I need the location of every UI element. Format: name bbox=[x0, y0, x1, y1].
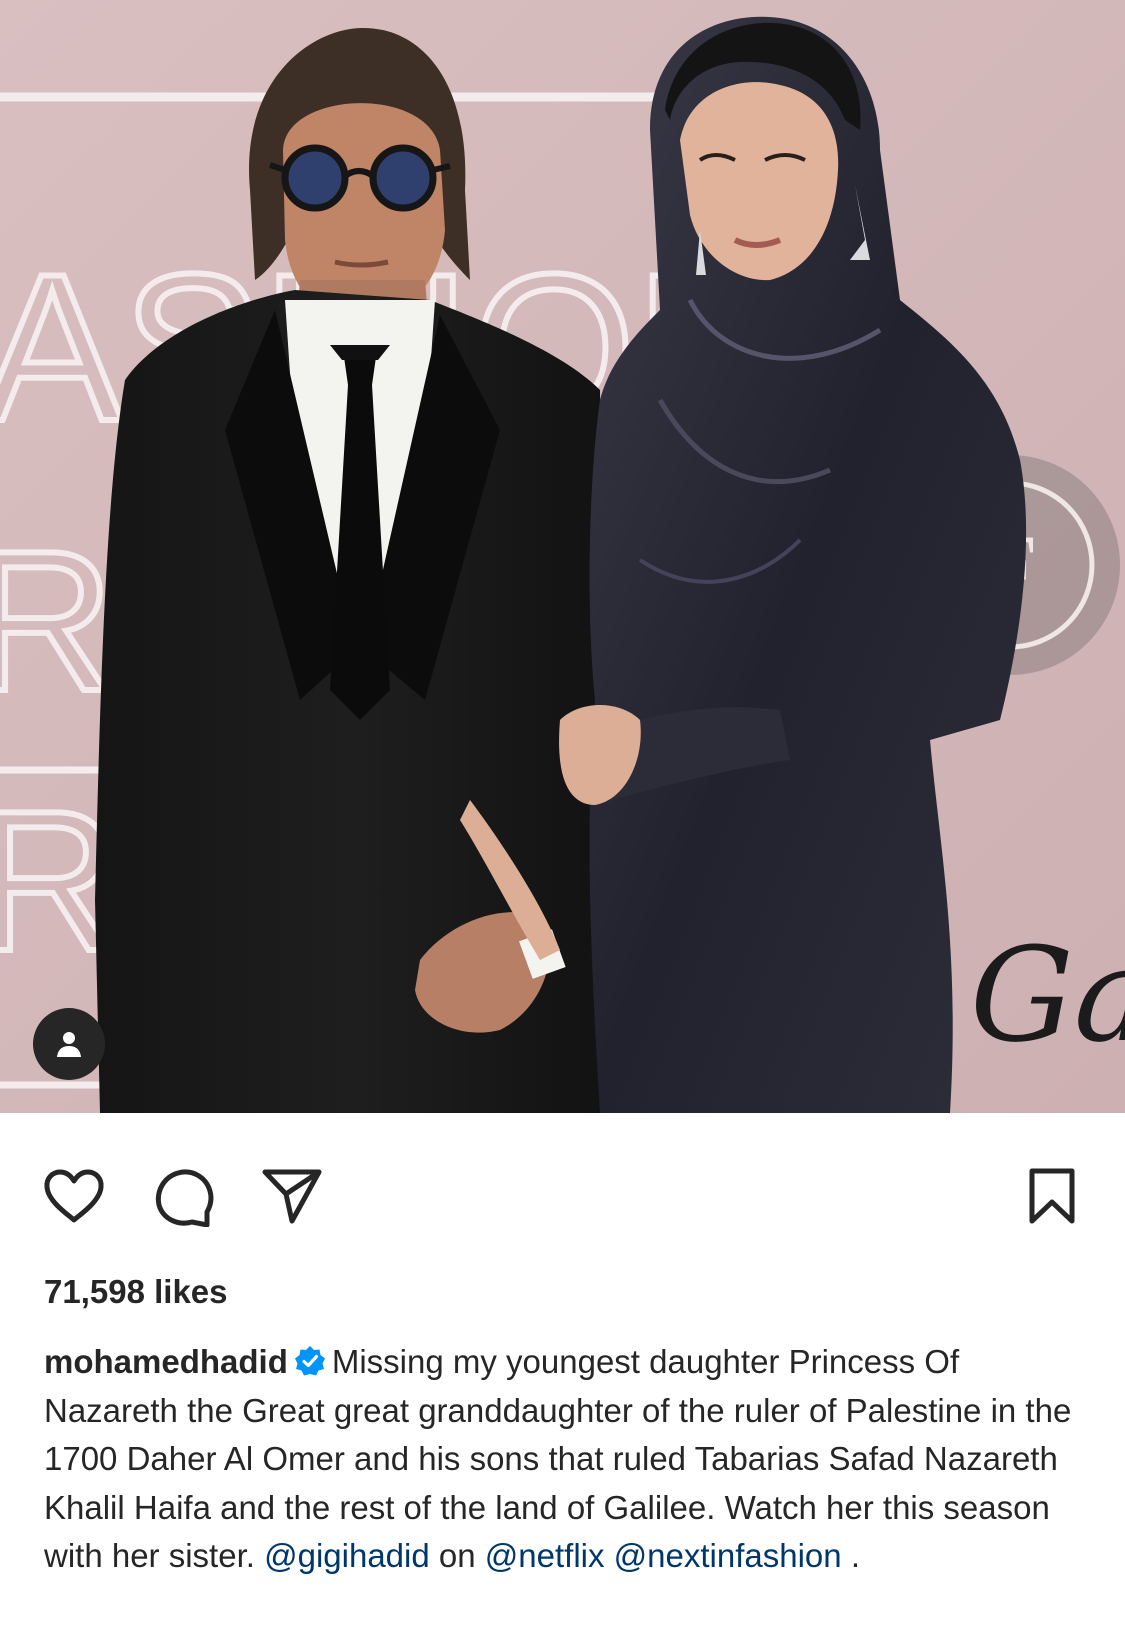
paper-plane-icon bbox=[262, 1169, 322, 1224]
comment-bubble-icon bbox=[155, 1169, 214, 1227]
person-icon bbox=[57, 1032, 81, 1057]
bookmark-icon bbox=[1029, 1168, 1075, 1224]
caption-connector: on bbox=[438, 1537, 476, 1574]
post-caption: mohamedhadid Missing my youngest daughter… bbox=[44, 1338, 1089, 1581]
tagged-people-button[interactable] bbox=[33, 1008, 105, 1080]
mention-netflix[interactable]: @netflix bbox=[485, 1537, 605, 1574]
likes-count[interactable]: 71,598 likes bbox=[44, 1273, 228, 1311]
mention-nextinfashion[interactable]: @nextinfashion bbox=[614, 1537, 842, 1574]
backdrop-script: Gal bbox=[970, 919, 1125, 1071]
save-button[interactable] bbox=[1012, 1160, 1092, 1232]
like-button[interactable] bbox=[34, 1160, 114, 1232]
comment-button[interactable] bbox=[144, 1160, 224, 1232]
post-image: ASHION RU R F Gal bbox=[0, 0, 1125, 1113]
caption-trailing: . bbox=[850, 1537, 860, 1574]
caption-username[interactable]: mohamedhadid bbox=[44, 1343, 288, 1380]
verified-badge-icon bbox=[294, 1346, 325, 1376]
share-button[interactable] bbox=[252, 1160, 332, 1232]
post-action-bar bbox=[0, 1160, 1125, 1232]
post-photo[interactable]: ASHION RU R F Gal bbox=[0, 0, 1125, 1113]
heart-icon bbox=[44, 1169, 104, 1223]
mention-gigihadid[interactable]: @gigihadid bbox=[264, 1537, 430, 1574]
